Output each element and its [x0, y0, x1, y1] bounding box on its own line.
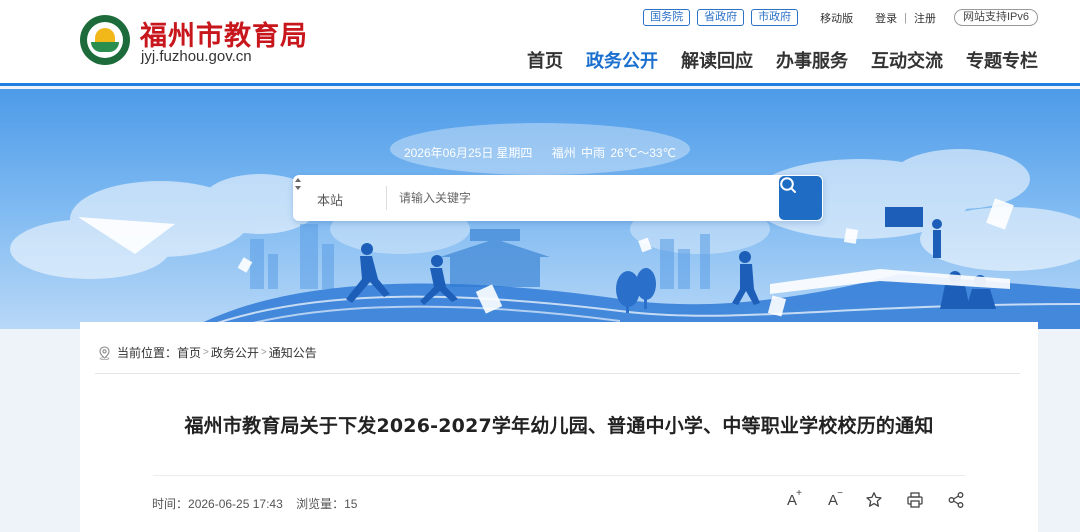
nav-item-services[interactable]: 办事服务 — [776, 47, 848, 73]
nav-item-government-affairs[interactable]: 政务公开 — [586, 47, 658, 73]
ipv6-badge[interactable]: 网站支持IPv6 — [953, 9, 1038, 26]
gov-link-city[interactable]: 市政府 — [751, 9, 799, 26]
breadcrumb-prefix: 当前位置： — [117, 346, 178, 360]
weather-info: 福州 中雨 26℃～33℃ — [551, 146, 677, 160]
article-container: 当前位置： 首页 > 政务公开 > 通知公告 福州市教育局关于下发2026-20… — [80, 322, 1038, 532]
nav-item-interaction[interactable]: 互动交流 — [871, 47, 943, 73]
search-input[interactable] — [399, 187, 759, 209]
publish-time: 时间：2026-06-25 17:43 — [152, 497, 283, 511]
nav-item-home[interactable]: 首页 — [527, 47, 563, 73]
breadcrumb-separator: > — [203, 347, 209, 358]
star-icon[interactable] — [864, 490, 884, 510]
nav-item-interpretation[interactable]: 解读回应 — [681, 47, 753, 73]
breadcrumb-divider — [95, 373, 1020, 374]
login-separator: | — [904, 11, 907, 24]
main-nav: 首页 政务公开 解读回应 办事服务 互动交流 专题专栏 — [504, 47, 1038, 73]
site-domain: jyj.fuzhou.gov.cn — [141, 48, 252, 65]
mobile-version-link[interactable]: 移动版 — [820, 10, 853, 26]
article-title: 福州市教育局关于下发2026-2027学年幼儿园、普通中小学、中等职业学校校历的… — [184, 415, 934, 437]
view-count: 浏览量：15 — [296, 497, 358, 511]
scope-toggle-icon[interactable] — [293, 175, 303, 193]
article-tools: A + A − — [761, 488, 966, 510]
share-icon[interactable] — [946, 490, 966, 510]
breadcrumb-separator: > — [260, 347, 267, 358]
article-meta: 时间：2026-06-25 17:43 浏览量：15 — [152, 495, 367, 512]
register-link[interactable]: 注册 — [914, 10, 936, 26]
gov-link-state-council[interactable]: 国务院 — [643, 9, 691, 26]
title-divider — [153, 475, 965, 476]
breadcrumb-notices[interactable]: 通知公告 — [269, 344, 317, 361]
search-scope-select[interactable]: 本站 — [317, 190, 343, 209]
font-increase-icon[interactable]: A + — [782, 488, 802, 510]
print-icon[interactable] — [905, 490, 925, 510]
gov-link-province[interactable]: 省政府 — [697, 9, 745, 26]
search-button[interactable] — [779, 176, 822, 220]
nav-item-special-topics[interactable]: 专题专栏 — [966, 47, 1038, 73]
breadcrumb: 当前位置： 首页 > 政务公开 > 通知公告 — [98, 344, 317, 361]
hero-banner: 2026年06月25日 星期四 福州 中雨 26℃～33℃ 本站 — [0, 89, 1080, 329]
date-weather-line: 2026年06月25日 星期四 福州 中雨 26℃～33℃ — [0, 144, 1080, 161]
search-icon — [780, 177, 796, 193]
breadcrumb-government-affairs[interactable]: 政务公开 — [211, 344, 259, 361]
search-divider — [386, 186, 387, 210]
top-links: 国务院 省政府 市政府 移动版 登录 | 注册 网站支持IPv6 — [636, 9, 1038, 26]
breadcrumb-home[interactable]: 首页 — [177, 344, 201, 361]
education-bureau-logo[interactable] — [80, 15, 130, 65]
font-decrease-icon[interactable]: A − — [823, 488, 843, 510]
current-weekday: 星期四 — [496, 146, 533, 160]
site-header: 福州市教育局 jyj.fuzhou.gov.cn 国务院 省政府 市政府 移动版… — [0, 0, 1080, 86]
current-date: 2026年06月25日 — [403, 146, 494, 160]
location-icon — [99, 345, 110, 360]
login-link[interactable]: 登录 — [875, 10, 897, 26]
search-box: 本站 — [293, 175, 823, 221]
